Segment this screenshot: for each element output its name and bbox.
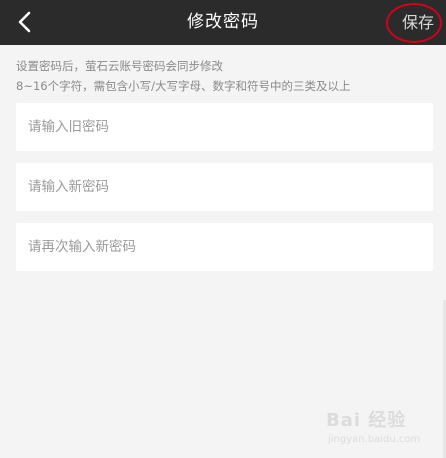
hint-line-sync: 设置密码后，萤石云账号密码会同步修改 bbox=[16, 59, 223, 73]
old-password-field-container bbox=[16, 103, 433, 151]
change-password-screen: 修改密码 保存 设置密码后，萤石云账号密码会同步修改 8~16个字符，需包含小写… bbox=[0, 0, 446, 458]
baidu-jingyan-watermark: Bai 经验 jingyan.baidu.com bbox=[326, 400, 442, 452]
new-password-input[interactable] bbox=[16, 163, 433, 211]
confirm-password-field-container bbox=[16, 223, 433, 271]
hint-line-rules: 8~16个字符，需包含小写/大写字母、数字和符号中的三类及以上 bbox=[16, 79, 351, 93]
new-password-field-container bbox=[16, 163, 433, 211]
old-password-input[interactable] bbox=[16, 103, 433, 151]
page-title: 修改密码 bbox=[187, 12, 259, 32]
save-button[interactable]: 保存 bbox=[402, 0, 434, 45]
confirm-password-input[interactable] bbox=[16, 223, 433, 271]
navigation-bar: 修改密码 保存 bbox=[0, 0, 446, 45]
password-hint: 设置密码后，萤石云账号密码会同步修改 8~16个字符，需包含小写/大写字母、数字… bbox=[16, 56, 436, 96]
watermark-site: jingyan.baidu.com bbox=[328, 434, 421, 445]
watermark-brand: Bai 经验 bbox=[326, 410, 407, 431]
